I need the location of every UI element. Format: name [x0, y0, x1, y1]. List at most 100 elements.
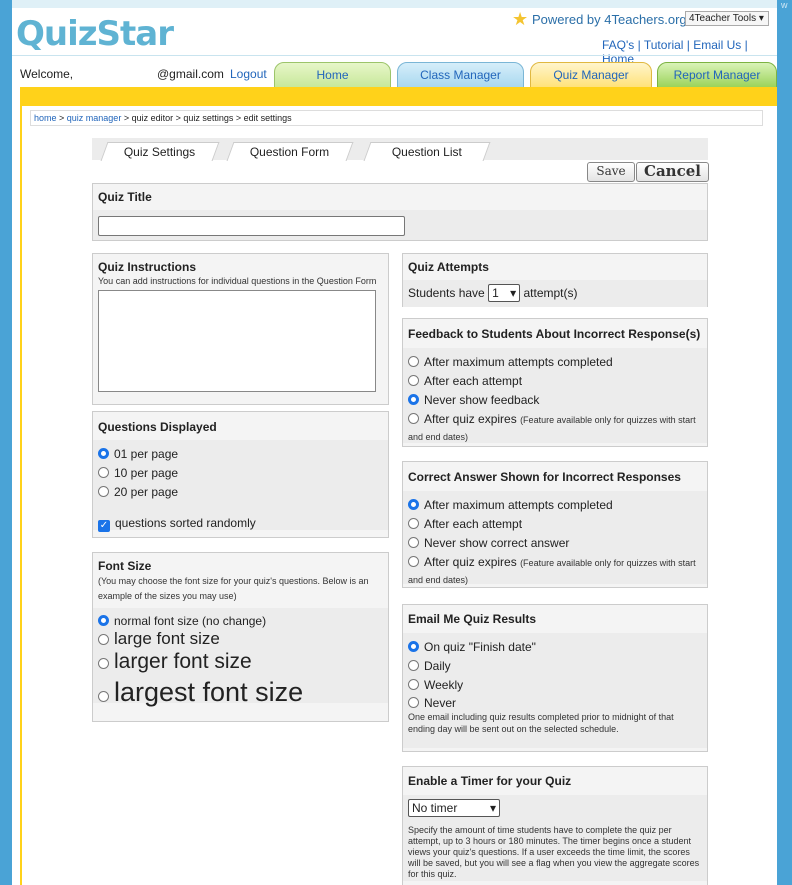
feedback-option-each-attempt[interactable]: After each attempt	[408, 373, 702, 390]
nav-tab-report-manager[interactable]: Report Manager	[657, 62, 777, 88]
quiz-title-label: Quiz Title	[93, 184, 707, 210]
correct-answer-label: Correct Answer Shown for Incorrect Respo…	[403, 462, 707, 491]
quiz-instructions-textarea[interactable]	[98, 290, 376, 392]
chevron-down-icon: ▾	[758, 13, 764, 24]
tab-question-form[interactable]: Question Form	[226, 142, 354, 161]
feedback-option-never[interactable]: Never show feedback	[408, 392, 702, 409]
teacher-tools-label: 4Teacher Tools	[689, 13, 757, 24]
answer-option-each-attempt-label: After each attempt	[424, 517, 523, 531]
tab-question-form-label: Question Form	[250, 145, 330, 159]
feedback-option-max-attempts[interactable]: After maximum attempts completed	[408, 354, 702, 371]
feedback-option-never-label: Never show feedback	[424, 393, 540, 407]
radio-email-daily[interactable]	[408, 660, 419, 671]
timer-value: No timer	[412, 801, 458, 815]
answer-option-expires[interactable]: After quiz expires (Feature available on…	[408, 554, 702, 588]
radio-font-larger[interactable]	[98, 658, 109, 669]
email-option-never[interactable]: Never	[408, 696, 702, 711]
radio-answer-never[interactable]	[408, 537, 419, 548]
per-page-option-20[interactable]: 20 per page	[98, 484, 383, 501]
radio-answer-each-attempt[interactable]	[408, 518, 419, 529]
radio-email-never[interactable]	[408, 697, 419, 708]
email-option-weekly[interactable]: Weekly	[408, 677, 702, 694]
timer-panel: Enable a Timer for your Quiz No timer ▾ S…	[402, 766, 708, 885]
radio-font-normal[interactable]	[98, 615, 109, 626]
radio-email-finish-date[interactable]	[408, 641, 419, 652]
sort-randomly-checkbox[interactable]: ✓	[98, 520, 110, 532]
feedback-option-expires[interactable]: After quiz expires (Feature available on…	[408, 411, 702, 445]
attempts-prefix: Students have	[408, 286, 485, 300]
radio-feedback-never[interactable]	[408, 394, 419, 405]
breadcrumb-home[interactable]: home	[34, 113, 57, 123]
quizstar-logo[interactable]: QuizStar	[16, 14, 174, 54]
sort-randomly-label: questions sorted randomly	[115, 516, 256, 530]
quiz-title-body	[93, 210, 707, 240]
answer-option-never-label: Never show correct answer	[424, 536, 570, 550]
radio-per-page-01[interactable]	[98, 448, 109, 459]
editor-tab-row: Quiz Settings Question Form Question Lis…	[92, 138, 708, 161]
answer-option-max-attempts[interactable]: After maximum attempts completed	[408, 497, 702, 514]
attempts-select[interactable]: 1 ▾	[488, 284, 521, 302]
font-size-option-normal-label: normal font size (no change)	[114, 614, 267, 628]
correct-answer-panel: Correct Answer Shown for Incorrect Respo…	[402, 461, 708, 588]
radio-font-large[interactable]	[98, 634, 109, 645]
radio-font-largest[interactable]	[98, 691, 109, 702]
faq-link[interactable]: FAQ's	[602, 38, 634, 52]
radio-per-page-10[interactable]	[98, 467, 109, 478]
radio-feedback-expires[interactable]	[408, 413, 419, 424]
answer-option-each-attempt[interactable]: After each attempt	[408, 516, 702, 533]
feedback-option-max-attempts-label: After maximum attempts completed	[424, 355, 613, 369]
radio-email-weekly[interactable]	[408, 679, 419, 690]
tab-quiz-settings[interactable]: Quiz Settings	[100, 142, 220, 161]
font-size-option-normal[interactable]: normal font size (no change)	[98, 614, 383, 629]
answer-option-expires-label: After quiz expires	[424, 555, 517, 569]
nav-tab-home[interactable]: Home	[274, 62, 391, 88]
quiz-instructions-label: Quiz Instructions	[93, 254, 388, 276]
email-results-body: On quiz "Finish date" Daily Weekly Never…	[403, 633, 707, 748]
breadcrumb: home > quiz manager > quiz editor > quiz…	[30, 110, 763, 126]
font-size-option-larger[interactable]: larger font size	[98, 648, 383, 675]
quiz-title-input[interactable]	[98, 216, 405, 236]
teacher-tools-select[interactable]: 4Teacher Tools ▾	[685, 11, 769, 26]
per-page-option-01[interactable]: 01 per page	[98, 446, 383, 463]
font-size-note: (You may choose the font size for your q…	[98, 576, 369, 601]
breadcrumb-quiz-manager[interactable]: quiz manager	[67, 113, 122, 123]
email-results-panel: Email Me Quiz Results On quiz "Finish da…	[402, 604, 708, 752]
powered-by-link[interactable]: Powered by 4Teachers.org	[532, 12, 687, 27]
top-strip	[12, 0, 777, 8]
questions-displayed-panel: Questions Displayed 01 per page 10 per p…	[92, 411, 389, 538]
logout-link[interactable]: Logout	[230, 67, 267, 81]
email-us-link[interactable]: Email Us	[693, 38, 741, 52]
quiz-attempts-label: Quiz Attempts	[403, 254, 707, 280]
quiz-editor: Quiz Settings Question Form Question Lis…	[92, 138, 709, 885]
tab-quiz-settings-label: Quiz Settings	[124, 145, 196, 159]
radio-feedback-each-attempt[interactable]	[408, 375, 419, 386]
feedback-option-each-attempt-label: After each attempt	[424, 374, 523, 388]
font-size-option-largest-label: largest font size	[114, 677, 304, 707]
email-option-daily[interactable]: Daily	[408, 658, 702, 675]
answer-option-never[interactable]: Never show correct answer	[408, 535, 702, 552]
font-size-option-large[interactable]: large font size	[98, 629, 383, 648]
radio-answer-max-attempts[interactable]	[408, 499, 419, 510]
cancel-button[interactable]: Cancel	[636, 162, 709, 182]
feedback-option-expires-label: After quiz expires	[424, 412, 517, 426]
radio-per-page-20[interactable]	[98, 486, 109, 497]
email-option-finish-date[interactable]: On quiz "Finish date"	[408, 639, 702, 656]
sort-randomly-option[interactable]: ✓ questions sorted randomly	[98, 515, 383, 532]
font-size-option-large-label: large font size	[114, 629, 220, 648]
user-email: @gmail.com	[157, 67, 224, 81]
header-divider	[12, 55, 777, 56]
save-button[interactable]: Save	[587, 162, 635, 182]
content-border	[20, 106, 22, 885]
nav-tab-class-manager[interactable]: Class Manager	[397, 62, 524, 88]
tab-question-list[interactable]: Question List	[363, 142, 491, 161]
tutorial-link[interactable]: Tutorial	[644, 38, 684, 52]
timer-label: Enable a Timer for your Quiz	[403, 767, 707, 795]
radio-feedback-max-attempts[interactable]	[408, 356, 419, 367]
quiz-title-panel: Quiz Title	[92, 183, 708, 241]
radio-answer-expires[interactable]	[408, 556, 419, 567]
per-page-option-10[interactable]: 10 per page	[98, 465, 383, 482]
font-size-option-largest[interactable]: largest font size	[98, 675, 383, 709]
timer-select[interactable]: No timer ▾	[408, 799, 500, 817]
nav-tab-quiz-manager[interactable]: Quiz Manager	[530, 62, 652, 88]
welcome-text: Welcome,	[20, 67, 74, 81]
